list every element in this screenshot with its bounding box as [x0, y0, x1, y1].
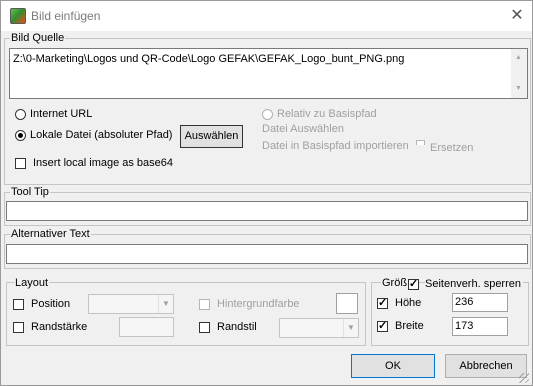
- border-width-checkbox[interactable]: [13, 322, 24, 333]
- cancel-button[interactable]: Abbrechen: [445, 354, 527, 378]
- width-input[interactable]: 173: [452, 317, 508, 336]
- ok-button[interactable]: OK: [351, 354, 435, 378]
- tooltip-input[interactable]: [6, 201, 528, 221]
- title-bar: Bild einfügen ✕: [1, 1, 532, 31]
- position-checkbox[interactable]: [13, 299, 24, 310]
- border-width-label: Randstärke: [31, 321, 88, 333]
- scroll-up-icon[interactable]: ▲: [515, 54, 522, 61]
- width-label: Breite: [395, 320, 424, 332]
- border-style-checkbox[interactable]: [199, 322, 210, 333]
- resize-grip-icon[interactable]: [519, 373, 529, 383]
- alt-text-input[interactable]: [6, 244, 528, 264]
- alt-text-legend: Alternativer Text: [10, 228, 91, 240]
- image-path-field[interactable]: Z:\0-Marketing\Logos und QR-Code\Logo GE…: [9, 48, 528, 99]
- background-color-label: Hintergrundfarbe: [217, 298, 300, 310]
- border-style-select[interactable]: ▼: [279, 318, 359, 338]
- height-input[interactable]: 236: [452, 293, 508, 312]
- import-to-basepath-label: Datei in Basispfad importieren: [262, 140, 409, 152]
- lock-aspect-checkbox[interactable]: ✓: [408, 279, 419, 290]
- local-file-label: Lokale Datei (absoluter Pfad): [30, 129, 173, 141]
- image-source-legend: Bild Quelle: [10, 32, 66, 44]
- border-width-input[interactable]: [119, 317, 174, 337]
- border-style-label: Randstil: [217, 321, 257, 333]
- select-file-button[interactable]: Auswählen: [180, 125, 243, 148]
- insert-image-dialog: Bild einfügen ✕ Bild Quelle Z:\0-Marketi…: [0, 0, 533, 386]
- relative-basepath-radio[interactable]: [262, 109, 273, 120]
- layout-legend: Layout: [14, 277, 50, 289]
- scroll-down-icon[interactable]: ▼: [515, 85, 522, 92]
- replace-checkbox[interactable]: [416, 140, 425, 145]
- image-path-value: Z:\0-Marketing\Logos und QR-Code\Logo GE…: [13, 53, 405, 65]
- relative-basepath-label: Relativ zu Basispfad: [277, 108, 377, 120]
- height-checkbox[interactable]: ✓: [377, 298, 388, 309]
- internet-url-radio[interactable]: [15, 109, 26, 120]
- chevron-down-icon: ▼: [158, 295, 173, 313]
- height-value: 236: [455, 296, 474, 308]
- replace-label: Ersetzen: [430, 142, 474, 154]
- select-file-disabled-label: Datei Auswählen: [262, 123, 344, 135]
- chevron-down-icon: ▼: [343, 319, 358, 337]
- width-value: 173: [455, 320, 474, 332]
- base64-checkbox[interactable]: [15, 158, 26, 169]
- position-label: Position: [31, 298, 71, 310]
- size-group: [371, 282, 529, 346]
- lock-aspect-label: Seitenverh. sperren: [425, 278, 523, 290]
- width-checkbox[interactable]: ✓: [377, 321, 388, 332]
- window-title: Bild einfügen: [31, 9, 101, 23]
- close-icon[interactable]: ✕: [507, 7, 527, 25]
- background-color-swatch[interactable]: [336, 293, 358, 314]
- local-file-radio[interactable]: [15, 130, 26, 141]
- tooltip-legend: Tool Tip: [10, 186, 50, 198]
- app-icon: [10, 8, 26, 24]
- size-legend: Größ: [381, 277, 409, 289]
- base64-label: Insert local image as base64: [33, 157, 174, 169]
- path-scrollbar[interactable]: ▲ ▼: [511, 49, 527, 98]
- height-label: Höhe: [395, 297, 422, 309]
- background-color-checkbox[interactable]: [199, 299, 210, 310]
- internet-url-label: Internet URL: [30, 108, 93, 120]
- position-select[interactable]: ▼: [88, 294, 174, 314]
